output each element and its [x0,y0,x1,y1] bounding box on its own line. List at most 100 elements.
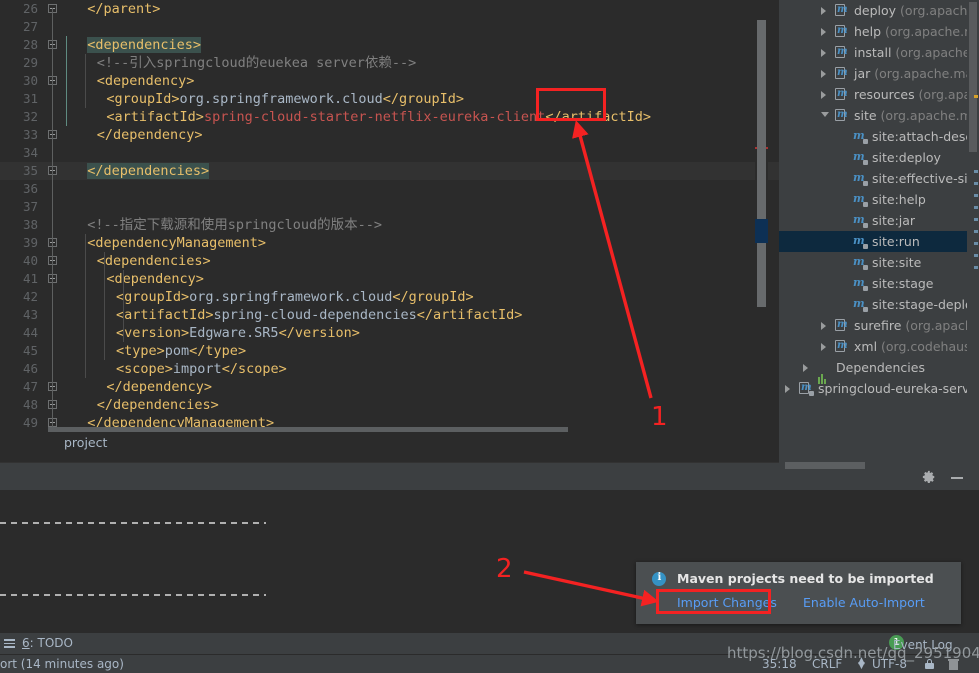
maven-tree-item[interactable]: m site:attach-descrip [779,126,979,147]
code-text[interactable]: <type>pom</type> [68,342,246,360]
chevron-right-icon[interactable] [803,364,808,372]
code-text[interactable]: <dependencies> [68,36,201,54]
line-number: 34 [22,145,38,160]
code-line[interactable]: 39 <dependencyManagement> [0,234,779,252]
maven-tree-item[interactable]: m site:effective-site [779,168,979,189]
maven-tree-item[interactable]: m site:jar [779,210,979,231]
code-line[interactable]: 34 [0,144,779,162]
line-number: 40 [22,253,38,268]
code-token: <dependency> [106,271,204,287]
code-token: spring-cloud-dependencies [213,307,417,323]
line-number: 45 [22,343,38,358]
code-line[interactable]: 44 <version>Edgware.SR5</version> [0,324,779,342]
code-text[interactable]: <scope>import</scope> [68,360,287,378]
maven-tree-item[interactable]: m install (org.apache.m [779,42,979,63]
code-text[interactable]: <!--指定下载源和使用springcloud的版本--> [68,216,382,234]
code-line[interactable]: 43 <artifactId>spring-cloud-dependencies<… [0,306,779,324]
chevron-right-icon[interactable] [821,49,826,57]
minimize-icon[interactable] [951,477,963,479]
editor-vertical-scrollbar[interactable] [755,0,768,470]
chevron-down-icon[interactable] [821,112,829,117]
code-token: <version> [116,325,190,341]
code-text[interactable]: </dependency> [68,378,212,396]
code-line[interactable]: 29 <!--引入springcloud的euekea server依赖--> [0,54,779,72]
notification-title: Maven projects need to be imported [677,571,934,586]
code-text[interactable]: <version>Edgware.SR5</version> [68,324,360,342]
maven-tree-item[interactable]: m site:stage-deploy [779,294,979,315]
code-text[interactable]: <!--引入springcloud的euekea server依赖--> [68,54,416,72]
maven-tree-item[interactable]: m springcloud-eureka-service [779,378,979,399]
chevron-right-icon[interactable] [821,91,826,99]
chevron-right-icon[interactable] [785,385,790,393]
chevron-right-icon[interactable] [821,70,826,78]
code-line[interactable]: 36 [0,180,779,198]
chevron-right-icon[interactable] [821,7,826,15]
maven-item-name: site:deploy [872,150,941,165]
maven-tree-item[interactable]: m jar (org.apache.mave [779,63,979,84]
maven-tree-item[interactable]: m site:site [779,252,979,273]
chevron-right-icon[interactable] [821,343,826,351]
code-line[interactable]: 28 <dependencies> [0,36,779,54]
code-line[interactable]: 35 </dependencies> [0,162,779,180]
maven-tree[interactable]: mdeploy (org.apache.mmhelp (org.apache.m… [779,0,979,399]
maven-item-coordinates: (org.apache.mav [876,108,979,123]
code-text[interactable]: <artifactId>spring-cloud-dependencies</a… [68,306,522,324]
maven-vertical-scrollbar[interactable] [967,0,979,470]
code-line[interactable]: 41 <dependency> [0,270,779,288]
code-line[interactable]: 30 <dependency> [0,72,779,90]
code-line[interactable]: 40 <dependencies> [0,252,779,270]
code-line[interactable]: 47 </dependency> [0,378,779,396]
code-text[interactable]: <dependencyManagement> [68,234,266,252]
code-line[interactable]: 31 <groupId>org.springframework.cloud</gr… [0,90,779,108]
code-line[interactable]: 32 <artifactId>spring-cloud-starter-netfl… [0,108,779,126]
annotation-number-2: 2 [496,554,513,584]
code-text[interactable]: </parent> [68,0,160,18]
code-text[interactable]: </dependency> [68,126,203,144]
code-text[interactable]: </dependencies> [68,396,219,414]
code-line[interactable]: 27 [0,18,779,36]
scrollbar-thumb[interactable] [757,20,766,307]
code-token: </groupId> [392,289,474,305]
maven-tree-item[interactable]: m site (org.apache.mav [779,105,979,126]
maven-tree-item[interactable]: m site:stage [779,273,979,294]
code-line[interactable]: 42 <groupId>org.springframework.cloud</gr… [0,288,779,306]
breadcrumb[interactable]: project [0,432,779,454]
code-text[interactable]: <dependency> [68,270,204,288]
code-line[interactable]: 45 <type>pom</type> [0,342,779,360]
code-line[interactable]: 33 </dependency> [0,126,779,144]
code-text[interactable]: <groupId>org.springframework.cloud</grou… [68,90,464,108]
maven-horizontal-scrollbar[interactable] [779,461,979,470]
enable-auto-import-link[interactable]: Enable Auto-Import [803,595,925,610]
code-line[interactable]: 37 [0,198,779,216]
annotation-box-import-changes [656,589,771,614]
todo-tool-button[interactable]: 6: TODO [22,636,73,650]
maven-tree-item[interactable]: m resources (org.apach [779,84,979,105]
maven-tree-item[interactable]: m xml (org.codehaus.m [779,336,979,357]
chevron-right-icon[interactable] [821,28,826,36]
code-line[interactable]: 46 <scope>import</scope> [0,360,779,378]
maven-tree-item[interactable]: m deploy (org.apache.m [779,0,979,21]
maven-goal-icon: m [853,276,868,291]
maven-item-name: site:site [872,255,922,270]
line-number: 39 [22,235,38,250]
maven-tree-item[interactable]: Dependencies [779,357,979,384]
maven-tree-item[interactable]: m help (org.apache.ma [779,21,979,42]
maven-tool-window[interactable]: mdeploy (org.apache.mmhelp (org.apache.m… [779,0,979,470]
maven-tree-item[interactable]: m surefire (org.apache. [779,315,979,336]
code-text[interactable]: <dependency> [68,72,195,90]
maven-tree-item[interactable]: m site:help [779,189,979,210]
chevron-right-icon[interactable] [821,322,826,330]
gear-icon[interactable] [922,470,936,484]
code-text[interactable]: </dependencies> [68,162,210,180]
code-text[interactable]: <dependencies> [68,252,211,270]
maven-tree-item[interactable]: m site:run [779,231,979,252]
console-separator-line [0,594,266,596]
code-editor[interactable]: 26 </parent> 27 28 <dependencies> 29 <!--引入spr… [0,0,779,470]
code-lines[interactable]: 26 </parent> 27 28 <dependencies> 29 <!--引入spr… [0,0,779,450]
code-line[interactable]: 26 </parent> [0,0,779,18]
maven-hscroll-thumb[interactable] [785,462,865,469]
code-text[interactable]: <groupId>org.springframework.cloud</grou… [68,288,474,306]
maven-scrollbar-thumb[interactable] [969,2,977,152]
maven-tree-item[interactable]: m site:deploy [779,147,979,168]
code-line[interactable]: 38 <!--指定下载源和使用springcloud的版本--> [0,216,779,234]
